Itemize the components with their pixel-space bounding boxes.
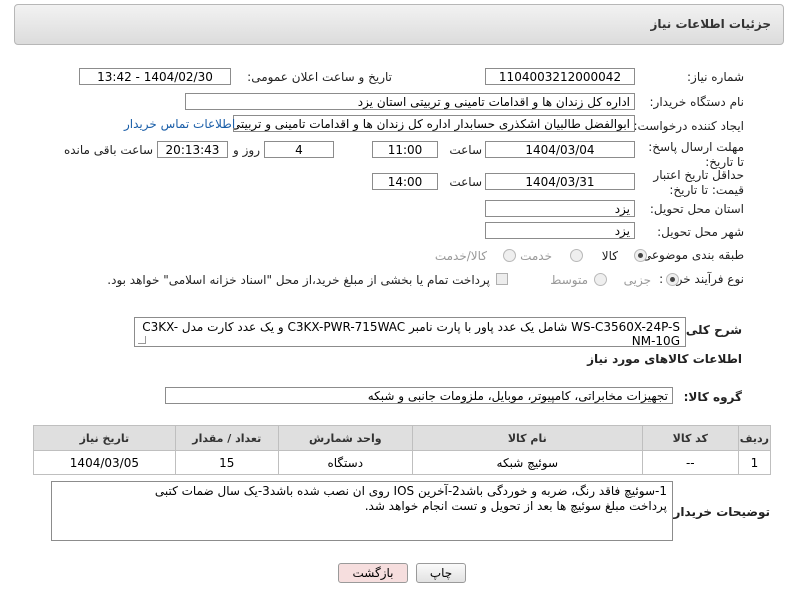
contact-buyer-link[interactable]: اطلاعات تماس خریدار <box>124 117 235 131</box>
buyer-org-field[interactable]: اداره کل زندان ها و اقدامات تامینی و ترب… <box>185 93 635 110</box>
creator-field[interactable]: ابوالفضل طالبیان اشکذری حسابدار اداره کل… <box>233 115 635 132</box>
goods-table: ردیف کد کالا نام کالا واحد شمارش تعداد /… <box>33 425 772 475</box>
col-qty: تعداد / مقدار <box>174 425 279 451</box>
resize-handle-icon[interactable] <box>138 336 146 344</box>
col-name: نام کالا <box>411 425 643 451</box>
province-field[interactable]: یزد <box>485 200 635 217</box>
city-field[interactable]: یزد <box>485 222 635 239</box>
notes-label: توضیحات خریدار: <box>668 505 770 519</box>
need-number-field[interactable]: 1104003212000042 <box>485 68 635 85</box>
page-title: جزئیات اطلاعات نیاز <box>650 17 771 31</box>
cell-unit: دستگاه <box>277 450 413 475</box>
cell-index: 1 <box>737 450 772 475</box>
reply-time-field[interactable]: 11:00 <box>372 141 438 158</box>
announce-field[interactable]: 1404/02/30 - 13:42 <box>79 68 231 85</box>
payment-note: پرداخت تمام یا بخشی از مبلغ خرید،از محل … <box>107 273 490 287</box>
category-radio-service[interactable] <box>570 249 583 262</box>
cell-name: سوئیچ شبکه <box>411 450 643 475</box>
reply-deadline-label: مهلت ارسال پاسخ: تا تاریخ: <box>648 140 744 169</box>
price-time-label: ساعت <box>449 175 482 189</box>
col-index: ردیف <box>737 425 772 451</box>
days-field[interactable]: 4 <box>264 141 334 158</box>
price-time-field[interactable]: 14:00 <box>372 173 438 190</box>
price-validity-label: حداقل تاریخ اعتبار قیمت: تا تاریخ: <box>653 168 744 197</box>
col-code: کد کالا <box>641 425 739 451</box>
days-label: روز و <box>233 143 260 157</box>
description-text: WS-C3560X-24P-S شامل یک عدد پاور با پارت… <box>142 320 680 348</box>
col-unit: واحد شمارش <box>277 425 413 451</box>
remaining-label: ساعت باقی مانده <box>63 143 153 157</box>
cell-code: -- <box>641 450 739 475</box>
goods-group-field[interactable]: تجهیزات مخابراتی، کامپیوتر، موبایل، ملزو… <box>165 387 673 404</box>
category-option-service: خدمت <box>520 249 552 263</box>
process-option-minor: جزیی <box>623 273 651 287</box>
reply-date-field[interactable]: 1404/03/04 <box>485 141 635 158</box>
city-label: شهر محل تحویل: <box>657 225 744 239</box>
need-number-label: شماره نیاز: <box>687 70 744 84</box>
notes-line-2: پرداخت مبلغ سوئیچ ها بعد از تحویل و تست … <box>364 499 667 513</box>
announce-label: تاریخ و ساعت اعلان عمومی: <box>247 70 392 84</box>
category-radio-both[interactable] <box>503 249 516 262</box>
col-date: تاریخ نیاز <box>33 425 176 451</box>
process-option-medium: متوسط <box>550 273 588 287</box>
notes-textarea[interactable]: 1-سوئیچ فاقد رنگ، ضربه و خوردگی باشد2-آخ… <box>51 481 673 541</box>
cell-qty: 15 <box>174 450 279 475</box>
description-textarea[interactable]: WS-C3560X-24P-S شامل یک عدد پاور با پارت… <box>134 317 686 348</box>
remaining-time-field[interactable]: 20:13:43 <box>157 141 228 158</box>
notes-line-1: 1-سوئیچ فاقد رنگ، ضربه و خوردگی باشد2-آخ… <box>154 484 667 498</box>
treasury-checkbox[interactable] <box>496 273 508 285</box>
reply-time-label: ساعت <box>449 143 482 157</box>
category-radio-goods[interactable] <box>634 249 647 262</box>
category-label: طبقه بندی موضوعی: <box>637 248 744 262</box>
province-label: استان محل تحویل: <box>649 202 744 216</box>
print-button[interactable]: چاپ <box>416 563 466 583</box>
process-radio-medium[interactable] <box>594 273 607 286</box>
back-button[interactable]: بازگشت <box>338 563 408 583</box>
buyer-org-label: نام دستگاه خریدار: <box>649 95 745 109</box>
goods-group-label: گروه کالا: <box>683 390 742 404</box>
category-option-both: کالا/خدمت <box>434 249 487 263</box>
category-option-goods: کالا <box>601 249 618 263</box>
price-date-field[interactable]: 1404/03/31 <box>485 173 635 190</box>
header-panel: جزئیات اطلاعات نیاز <box>14 4 784 45</box>
table-header-row: ردیف کد کالا نام کالا واحد شمارش تعداد /… <box>33 425 772 451</box>
process-radio-minor[interactable] <box>666 273 679 286</box>
goods-section-title: اطلاعات کالاهای مورد نیاز <box>587 352 742 366</box>
creator-label: ایجاد کننده درخواست: <box>633 119 744 133</box>
table-row[interactable]: 1 -- سوئیچ شبکه دستگاه 15 1404/03/05 <box>33 450 772 475</box>
cell-date: 1404/03/05 <box>33 450 176 475</box>
